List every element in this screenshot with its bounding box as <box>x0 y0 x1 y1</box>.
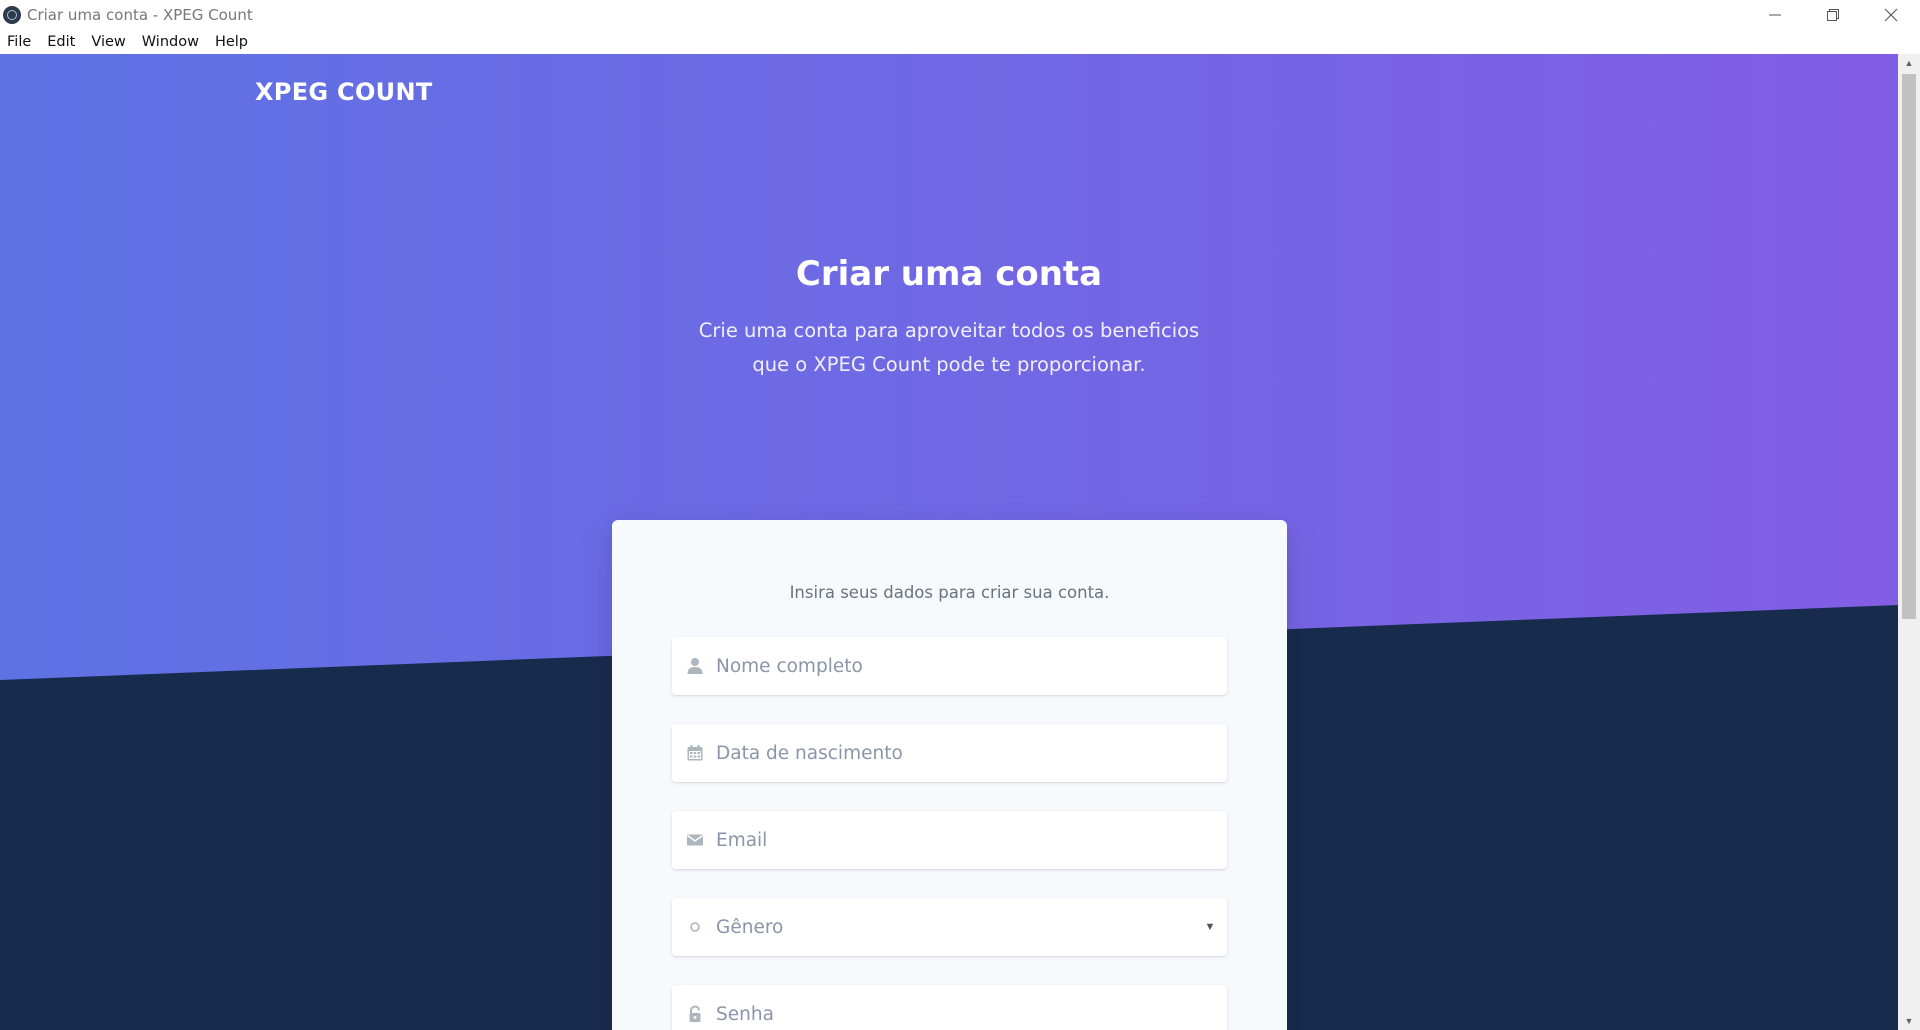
menu-bar: File Edit View Window Help <box>0 29 1920 54</box>
scroll-thumb[interactable] <box>1902 74 1916 619</box>
register-card: Insira seus dados para criar sua conta. … <box>612 520 1287 1030</box>
page-title: Criar uma conta <box>795 254 1103 294</box>
minimize-icon[interactable] <box>1746 0 1804 29</box>
user-icon <box>686 657 704 675</box>
restore-icon[interactable] <box>1804 0 1862 29</box>
birth-date-field[interactable] <box>672 724 1227 782</box>
window-title: Criar uma conta - XPEG Count <box>27 5 253 24</box>
scroll-up-arrow-icon[interactable]: ▲ <box>1898 54 1920 72</box>
menu-file[interactable]: File <box>7 34 31 50</box>
vertical-scrollbar[interactable]: ▲ ▼ <box>1898 54 1920 1030</box>
subtitle-line-1: Crie uma conta para aproveitar todos os … <box>698 319 1200 342</box>
email-input[interactable] <box>716 811 1227 869</box>
menu-edit[interactable]: Edit <box>47 34 75 50</box>
full-name-input[interactable] <box>716 637 1227 695</box>
scroll-down-arrow-icon[interactable]: ▼ <box>1898 1012 1920 1030</box>
lock-icon <box>686 1005 704 1023</box>
page-content: XPEG COUNT Criar uma conta Crie uma cont… <box>0 54 1898 1030</box>
password-field[interactable] <box>672 985 1227 1030</box>
menu-view[interactable]: View <box>91 34 125 50</box>
full-name-field[interactable] <box>672 637 1227 695</box>
email-field[interactable] <box>672 811 1227 869</box>
birth-date-input[interactable] <box>716 724 1227 782</box>
brand-logo[interactable]: XPEG COUNT <box>255 78 433 106</box>
calendar-icon <box>686 744 704 762</box>
subtitle-line-2: que o XPEG Count pode te proporcionar. <box>752 353 1146 376</box>
page-subtitle: Crie uma conta para aproveitar todos os … <box>0 314 1898 382</box>
circle-icon <box>686 918 704 936</box>
envelope-icon <box>686 831 704 849</box>
gender-select-label: Gênero <box>716 916 784 938</box>
close-icon[interactable] <box>1862 0 1920 29</box>
app-icon <box>3 5 21 24</box>
menu-window[interactable]: Window <box>142 34 199 50</box>
menu-help[interactable]: Help <box>215 34 248 50</box>
gender-select[interactable]: Gênero ▼ <box>672 898 1227 956</box>
password-input[interactable] <box>716 985 1227 1030</box>
chevron-down-icon: ▼ <box>1204 921 1216 933</box>
window-controls <box>1746 0 1920 29</box>
form-instructions: Insira seus dados para criar sua conta. <box>789 583 1110 602</box>
title-bar: Criar uma conta - XPEG Count <box>0 0 1920 29</box>
